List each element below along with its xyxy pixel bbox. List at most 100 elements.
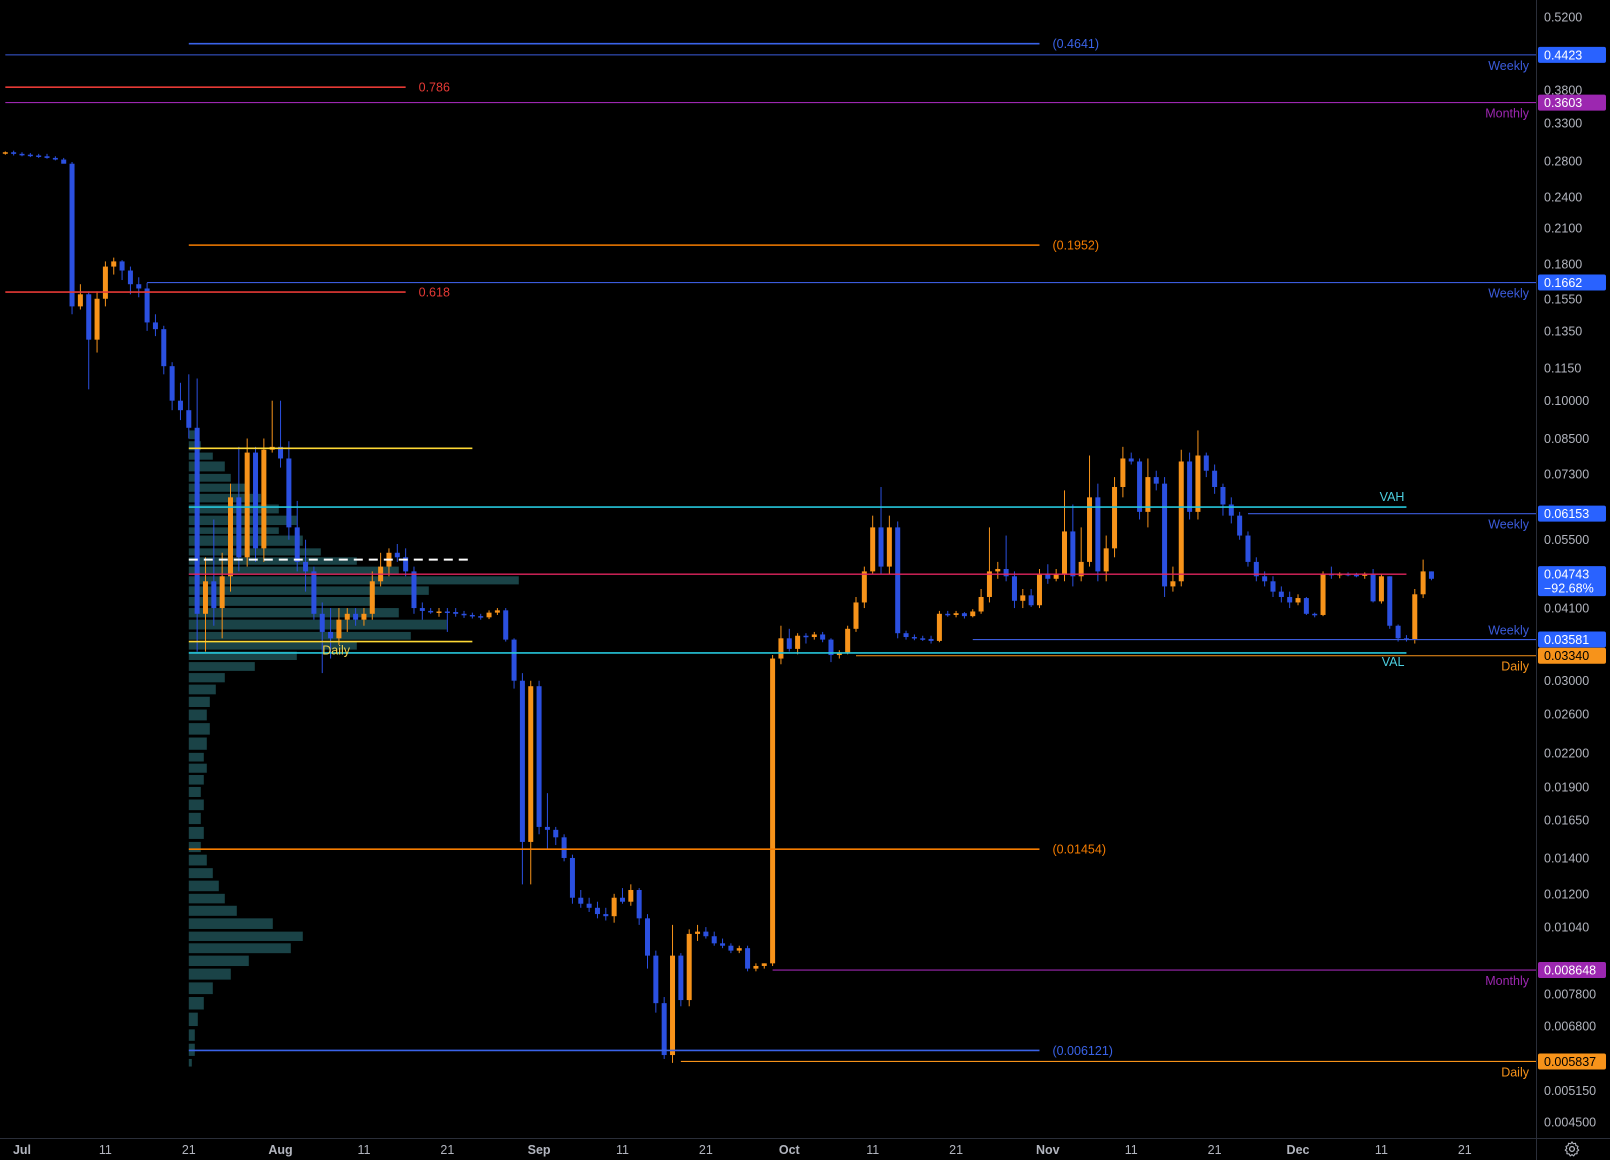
candle-body bbox=[1287, 596, 1293, 603]
y-tick-label: 0.2400 bbox=[1544, 191, 1582, 205]
y-tick-label: 0.01200 bbox=[1544, 887, 1589, 901]
level-label: Monthly bbox=[1485, 974, 1530, 988]
candle bbox=[770, 655, 776, 966]
candle-body bbox=[920, 638, 926, 640]
candle-body bbox=[761, 963, 767, 966]
candle-body bbox=[886, 527, 892, 567]
candle bbox=[845, 625, 851, 655]
candle-body bbox=[861, 571, 867, 603]
candle-body bbox=[661, 1003, 667, 1056]
candle-body bbox=[811, 634, 817, 638]
candle-body bbox=[1428, 571, 1434, 579]
candle-body bbox=[1187, 461, 1193, 512]
price-label: 0.3603 bbox=[1538, 94, 1606, 111]
y-tick-label: 0.007800 bbox=[1544, 988, 1596, 1002]
time-axis: Jul 11 21 Aug 11 21 Sep 11 21 Oct 11 21 Nov 11 21 Dec 11… bbox=[0, 1138, 1610, 1160]
volume-profile-bin bbox=[188, 586, 429, 595]
price-label-value: 0.06153 bbox=[1544, 507, 1589, 521]
candle-body bbox=[628, 889, 634, 902]
candle-body bbox=[961, 613, 967, 617]
level-label: Monthly bbox=[1485, 107, 1530, 121]
candle bbox=[861, 566, 867, 609]
candle-body bbox=[703, 931, 709, 937]
y-tick-label: 0.04100 bbox=[1544, 602, 1589, 616]
level-label: VAH bbox=[1380, 490, 1405, 504]
candle bbox=[745, 945, 751, 972]
level-label: 0.618 bbox=[419, 286, 450, 300]
x-tick-label: 11 bbox=[616, 1143, 629, 1157]
y-tick-label: 0.2100 bbox=[1544, 222, 1582, 236]
candle-body bbox=[911, 637, 917, 639]
level-label: 0.786 bbox=[419, 81, 450, 95]
candle-body bbox=[1128, 458, 1134, 462]
candle bbox=[1095, 483, 1101, 582]
candle-body bbox=[678, 955, 684, 1001]
volume-profile-bin bbox=[188, 905, 237, 916]
candle-body bbox=[903, 633, 909, 638]
x-tick-label: 11 bbox=[99, 1143, 112, 1157]
y-tick-label: 0.005150 bbox=[1544, 1084, 1596, 1098]
candle-body bbox=[795, 635, 801, 649]
price-label-value: 0.04743 bbox=[1544, 568, 1589, 582]
price-chart[interactable]: Weekly Monthly Weekly Weekly Weekly Daily Mont… bbox=[0, 0, 1610, 1160]
price-label: 0.03581 bbox=[1538, 631, 1606, 648]
candle-body bbox=[653, 955, 659, 1004]
candle-body bbox=[494, 610, 500, 613]
candle-body bbox=[870, 527, 876, 572]
candle-body bbox=[136, 284, 142, 289]
candle-body bbox=[428, 610, 434, 613]
gear-icon bbox=[1564, 1141, 1580, 1157]
candle-body bbox=[853, 602, 859, 629]
candle-body bbox=[69, 163, 75, 307]
candle-body bbox=[586, 903, 592, 908]
candle bbox=[1162, 477, 1168, 597]
candle-body bbox=[1270, 581, 1276, 592]
candle-body bbox=[294, 527, 300, 562]
candle-body bbox=[1237, 515, 1243, 536]
price-label-value: 0.03340 bbox=[1544, 649, 1589, 663]
candle-body bbox=[1036, 573, 1042, 606]
candle-body bbox=[202, 581, 208, 614]
volume-profile-bin bbox=[188, 684, 216, 695]
price-label-value: 0.005837 bbox=[1544, 1055, 1596, 1069]
candle-body bbox=[645, 918, 650, 956]
candle-body bbox=[86, 294, 92, 340]
candle-body bbox=[511, 639, 517, 681]
x-tick-label: 21 bbox=[699, 1143, 713, 1157]
volume-profile-bin bbox=[188, 548, 321, 556]
x-tick-label: 11 bbox=[1125, 1143, 1138, 1157]
volume-profile-bin bbox=[188, 576, 519, 585]
chart-settings-button[interactable] bbox=[1561, 1138, 1583, 1160]
candle-body bbox=[845, 628, 851, 653]
candle-body bbox=[670, 955, 676, 1056]
candle-body bbox=[1112, 486, 1118, 549]
volume-profile-bin bbox=[188, 826, 204, 839]
candle-body bbox=[978, 596, 984, 612]
candle-body bbox=[536, 686, 542, 827]
candle-body bbox=[895, 527, 901, 634]
candle-body bbox=[1103, 548, 1109, 572]
price-label-value: 0.1662 bbox=[1544, 276, 1582, 290]
volume-profile-bin bbox=[188, 955, 249, 967]
candle-body bbox=[1170, 581, 1176, 587]
price-label-value: 0.4423 bbox=[1544, 48, 1582, 62]
candle bbox=[1187, 452, 1193, 520]
y-tick-label: 0.1800 bbox=[1544, 257, 1582, 271]
candle-body bbox=[127, 270, 133, 285]
candle bbox=[228, 483, 233, 592]
y-tick-label: 0.01650 bbox=[1544, 813, 1589, 827]
candle-body bbox=[1312, 613, 1318, 616]
candle-body bbox=[478, 616, 484, 618]
price-label-value: 0.008648 bbox=[1544, 964, 1596, 978]
candle-body bbox=[1278, 591, 1284, 597]
candle-body bbox=[102, 266, 108, 299]
chart-canvas[interactable]: Weekly Monthly Weekly Weekly Weekly Daily Mont… bbox=[0, 0, 1610, 1160]
candle bbox=[936, 610, 942, 643]
volume-profile-bin bbox=[188, 696, 210, 708]
level-label: (0.01454) bbox=[1052, 843, 1106, 857]
candle-body bbox=[1195, 455, 1201, 512]
candle bbox=[678, 953, 684, 1007]
volume-profile-bin bbox=[188, 737, 207, 750]
candle-body bbox=[152, 322, 158, 330]
y-tick-label: 0.02200 bbox=[1544, 746, 1589, 760]
